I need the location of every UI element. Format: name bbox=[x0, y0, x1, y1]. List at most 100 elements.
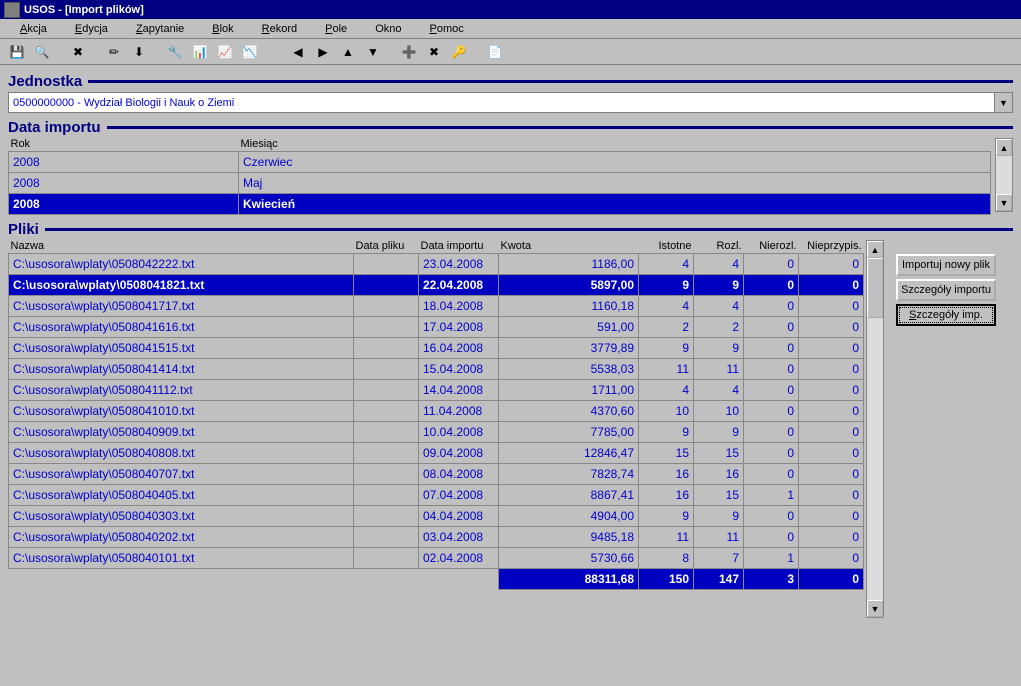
cell-roz: 9 bbox=[694, 506, 744, 527]
scroll-up-icon[interactable]: ▲ bbox=[867, 241, 883, 258]
cell-dp bbox=[354, 296, 419, 317]
cell-miesiac: Czerwiec bbox=[239, 152, 991, 173]
cell-ist: 4 bbox=[639, 380, 694, 401]
table-row[interactable]: C:\usosora\wplaty\0508041414.txt15.04.20… bbox=[9, 359, 864, 380]
import-button[interactable]: Importuj nowy plik bbox=[896, 254, 996, 276]
cell-nr: 0 bbox=[744, 359, 799, 380]
toolbar-btn-11[interactable]: ▲ bbox=[337, 41, 359, 63]
toolbar-btn-15[interactable]: 🔑 bbox=[448, 41, 470, 63]
menu-akcja[interactable]: Akcja bbox=[6, 21, 61, 37]
cell-ist: 11 bbox=[639, 359, 694, 380]
toolbar-btn-10[interactable]: ▶ bbox=[312, 41, 334, 63]
menu-pomoc[interactable]: Pomoc bbox=[415, 21, 477, 37]
menu-pole[interactable]: Pole bbox=[311, 21, 361, 37]
table-row[interactable]: C:\usosora\wplaty\0508041821.txt22.04.20… bbox=[9, 275, 864, 296]
cell-np: 0 bbox=[799, 527, 864, 548]
cell-dp bbox=[354, 422, 419, 443]
table-row[interactable]: C:\usosora\wplaty\0508041010.txt11.04.20… bbox=[9, 401, 864, 422]
cell-kw: 12846,47 bbox=[499, 443, 639, 464]
cell-nazwa: C:\usosora\wplaty\0508041112.txt bbox=[9, 380, 354, 401]
table-row[interactable]: C:\usosora\wplaty\0508041112.txt14.04.20… bbox=[9, 380, 864, 401]
menu-edycja[interactable]: Edycja bbox=[61, 21, 122, 37]
scroll-track[interactable] bbox=[867, 258, 883, 600]
cell-dp bbox=[354, 527, 419, 548]
toolbar-btn-16[interactable]: 📄 bbox=[484, 41, 506, 63]
cell-di: 08.04.2008 bbox=[419, 464, 499, 485]
jednostka-dropdown[interactable]: 0500000000 - Wydział Biologii i Nauk o Z… bbox=[8, 92, 1013, 113]
cell-nazwa: C:\usosora\wplaty\0508041010.txt bbox=[9, 401, 354, 422]
toolbar-btn-1[interactable]: 🔍 bbox=[31, 41, 53, 63]
cell-np: 0 bbox=[799, 275, 864, 296]
date-row[interactable]: 2008Kwiecień bbox=[9, 194, 991, 215]
total-nr: 3 bbox=[744, 569, 799, 590]
total-ist: 150 bbox=[639, 569, 694, 590]
cell-di: 18.04.2008 bbox=[419, 296, 499, 317]
cell-nr: 0 bbox=[744, 275, 799, 296]
date-row[interactable]: 2008Maj bbox=[9, 173, 991, 194]
scroll-up-icon[interactable]: ▲ bbox=[996, 139, 1012, 156]
cell-roz: 15 bbox=[694, 485, 744, 506]
chevron-down-icon[interactable]: ▼ bbox=[994, 93, 1012, 112]
table-row[interactable]: C:\usosora\wplaty\0508040202.txt03.04.20… bbox=[9, 527, 864, 548]
toolbar-btn-3[interactable]: ✏ bbox=[103, 41, 125, 63]
table-row[interactable]: C:\usosora\wplaty\0508041515.txt16.04.20… bbox=[9, 338, 864, 359]
details2-button[interactable]: Szczegóły imp. bbox=[896, 304, 996, 326]
scroll-thumb[interactable] bbox=[867, 258, 883, 318]
pliki-scrollbar[interactable]: ▲ ▼ bbox=[866, 240, 884, 618]
section-pliki: Pliki bbox=[8, 221, 1013, 238]
cell-di: 07.04.2008 bbox=[419, 485, 499, 506]
section-jednostka: Jednostka bbox=[8, 73, 1013, 90]
menu-blok[interactable]: Blok bbox=[198, 21, 247, 37]
col-dp: Data pliku bbox=[354, 240, 419, 254]
cell-np: 0 bbox=[799, 443, 864, 464]
scroll-down-icon[interactable]: ▼ bbox=[867, 600, 883, 617]
toolbar-btn-8[interactable]: 📉 bbox=[239, 41, 261, 63]
table-row[interactable]: C:\usosora\wplaty\0508040101.txt02.04.20… bbox=[9, 548, 864, 569]
toolbar-btn-12[interactable]: ▼ bbox=[362, 41, 384, 63]
cell-nazwa: C:\usosora\wplaty\0508040707.txt bbox=[9, 464, 354, 485]
section-data-importu: Data importu bbox=[8, 119, 1013, 136]
table-row[interactable]: C:\usosora\wplaty\0508040303.txt04.04.20… bbox=[9, 506, 864, 527]
toolbar-btn-7[interactable]: 📈 bbox=[214, 41, 236, 63]
table-row[interactable]: C:\usosora\wplaty\0508040808.txt09.04.20… bbox=[9, 443, 864, 464]
cell-di: 23.04.2008 bbox=[419, 254, 499, 275]
scroll-track[interactable] bbox=[996, 156, 1012, 194]
table-row[interactable]: C:\usosora\wplaty\0508042222.txt23.04.20… bbox=[9, 254, 864, 275]
toolbar-btn-5[interactable]: 🔧 bbox=[164, 41, 186, 63]
date-table[interactable]: Rok Miesiąc 2008Czerwiec2008Maj2008Kwiec… bbox=[8, 138, 991, 215]
cell-nazwa: C:\usosora\wplaty\0508040808.txt bbox=[9, 443, 354, 464]
table-row[interactable]: C:\usosora\wplaty\0508041717.txt18.04.20… bbox=[9, 296, 864, 317]
cell-ist: 9 bbox=[639, 422, 694, 443]
toolbar-btn-4[interactable]: ⬇ bbox=[128, 41, 150, 63]
cell-roz: 11 bbox=[694, 359, 744, 380]
date-scrollbar[interactable]: ▲ ▼ bbox=[995, 138, 1013, 212]
cell-nr: 1 bbox=[744, 548, 799, 569]
cell-roz: 4 bbox=[694, 296, 744, 317]
cell-ist: 4 bbox=[639, 296, 694, 317]
cell-ist: 16 bbox=[639, 485, 694, 506]
table-row[interactable]: C:\usosora\wplaty\0508040707.txt 08.04.20… bbox=[9, 464, 864, 485]
cell-ist: 4 bbox=[639, 254, 694, 275]
toolbar-btn-6[interactable]: 📊 bbox=[189, 41, 211, 63]
menu-okno[interactable]: Okno bbox=[361, 21, 415, 37]
menu-zapytanie[interactable]: Zapytanie bbox=[122, 21, 198, 37]
menu-rekord[interactable]: Rekord bbox=[248, 21, 311, 37]
cell-kw: 4904,00 bbox=[499, 506, 639, 527]
date-row[interactable]: 2008Czerwiec bbox=[9, 152, 991, 173]
toolbar-btn-13[interactable]: ➕ bbox=[398, 41, 420, 63]
toolbar-btn-0[interactable]: 💾 bbox=[6, 41, 28, 63]
scroll-down-icon[interactable]: ▼ bbox=[996, 194, 1012, 211]
table-row[interactable]: C:\usosora\wplaty\0508041616.txt17.04.20… bbox=[9, 317, 864, 338]
cell-kw: 1711,00 bbox=[499, 380, 639, 401]
pliki-table[interactable]: NazwaData plikuData importuKwotaIstotneR… bbox=[8, 240, 864, 590]
table-row[interactable]: C:\usosora\wplaty\0508040909.txt10.04.20… bbox=[9, 422, 864, 443]
toolbar-btn-14[interactable]: ✖ bbox=[423, 41, 445, 63]
details-button[interactable]: Szczegóły importu bbox=[896, 279, 996, 301]
cell-roz: 9 bbox=[694, 275, 744, 296]
toolbar-btn-2[interactable]: ✖ bbox=[67, 41, 89, 63]
table-row[interactable]: C:\usosora\wplaty\0508040405.txt07.04.20… bbox=[9, 485, 864, 506]
col-roz: Rozl. bbox=[694, 240, 744, 254]
cell-roz: 15 bbox=[694, 443, 744, 464]
toolbar-btn-9[interactable]: ◀ bbox=[287, 41, 309, 63]
col-miesiac: Miesiąc bbox=[239, 138, 991, 152]
